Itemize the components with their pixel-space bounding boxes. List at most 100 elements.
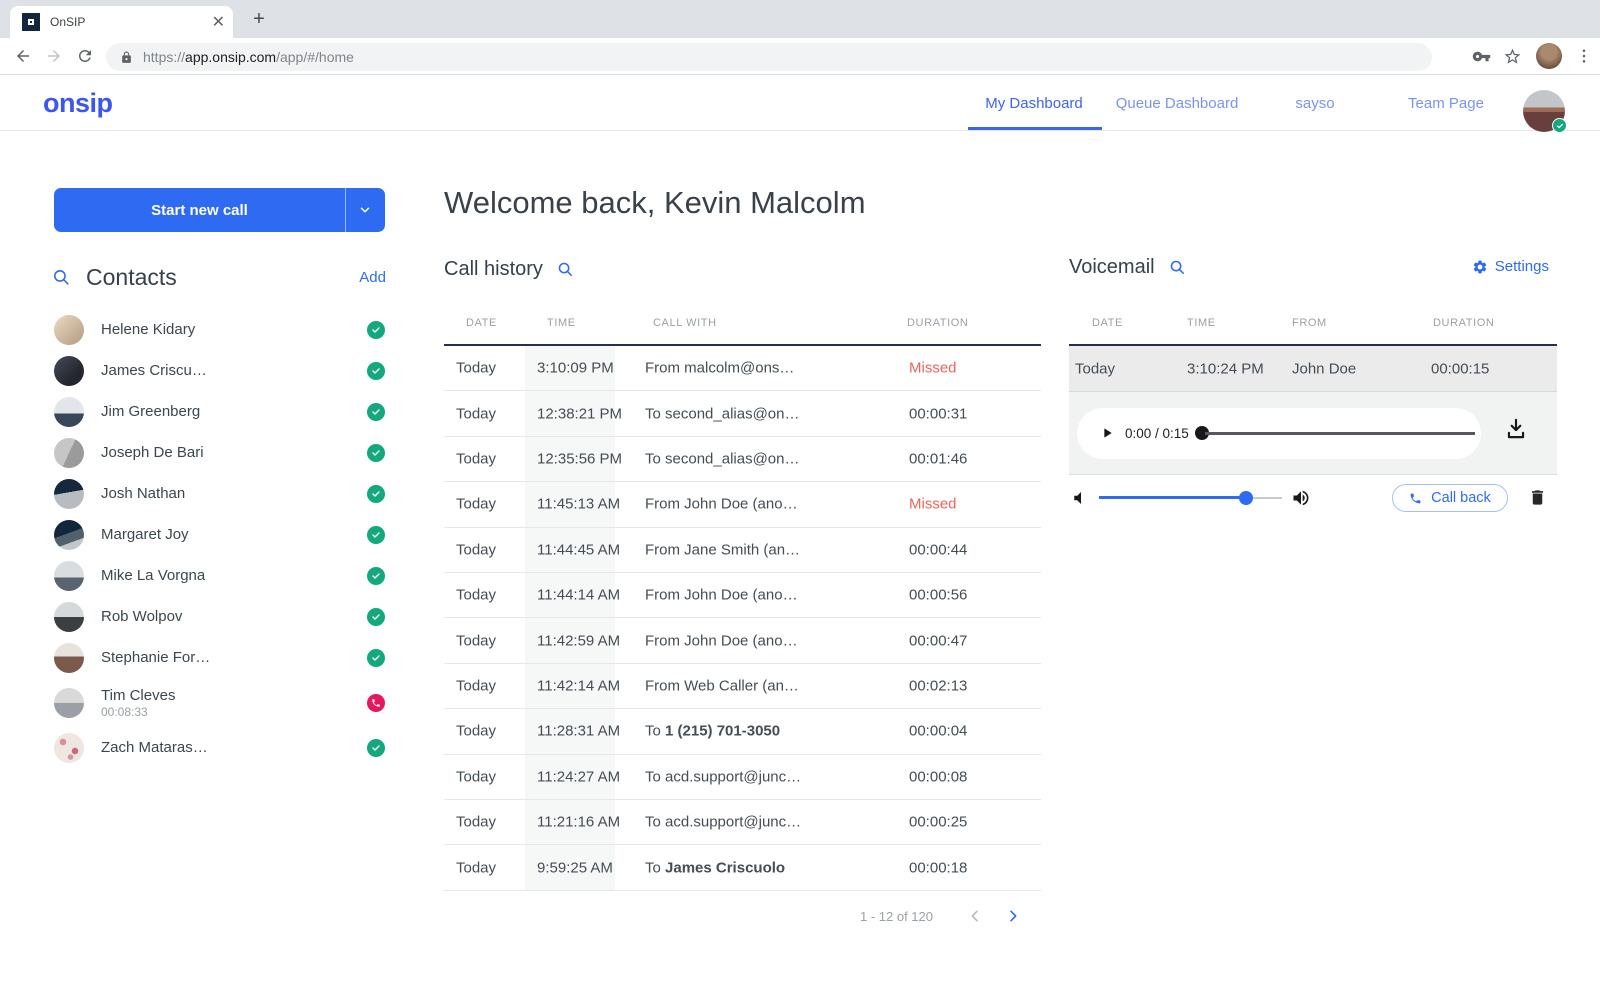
call-history-row[interactable]: Today11:45:13 AMFrom John Doe (ano…Misse…: [444, 482, 1041, 527]
call-history-row[interactable]: Today11:21:16 AMTo acd.support@junc…00:0…: [444, 800, 1041, 845]
lock-icon: [120, 51, 133, 64]
contacts-title: Contacts: [86, 264, 359, 291]
tab-close-icon[interactable]: ✕: [212, 14, 225, 30]
contact-row[interactable]: Tim Cleves 00:08:33: [54, 678, 385, 727]
contact-avatar: [54, 520, 84, 550]
onsip-logo[interactable]: onsip: [43, 88, 113, 119]
browser-menu-icon[interactable]: [1575, 47, 1593, 65]
contact-row[interactable]: Stephanie For…: [54, 637, 385, 678]
forward-icon[interactable]: [45, 47, 63, 65]
call-history-row[interactable]: Today3:10:09 PMFrom malcolm@ons…Missed: [444, 346, 1041, 391]
call-history-row[interactable]: Today12:35:56 PMTo second_alias@on…00:01…: [444, 437, 1041, 482]
available-badge: [367, 444, 385, 462]
active-nav-underline: [968, 127, 1102, 130]
contact-row[interactable]: Margaret Joy: [54, 514, 385, 555]
contact-list: Helene Kidary James Criscu… Jim Greenber…: [54, 309, 385, 768]
onsip-favicon: [22, 13, 40, 31]
nav-queue-dashboard[interactable]: Queue Dashboard: [1116, 95, 1239, 112]
back-icon[interactable]: [14, 47, 32, 65]
voicemail-table: DATE TIME FROM DURATION Today 3:10:24 PM…: [1069, 302, 1557, 475]
call-back-button[interactable]: Call back: [1392, 484, 1508, 512]
on-call-badge: [367, 694, 385, 712]
contact-avatar: [54, 688, 84, 718]
call-history-row[interactable]: Today9:59:25 AMTo James Criscuolo00:00:1…: [444, 845, 1041, 890]
tab-title: OnSIP: [50, 15, 212, 29]
contact-avatar: [54, 438, 84, 468]
nav-team-page[interactable]: Team Page: [1408, 95, 1484, 112]
call-history-row[interactable]: Today11:44:14 AMFrom John Doe (ano…00:00…: [444, 573, 1041, 618]
call-history-row[interactable]: Today11:44:45 AMFrom Jane Smith (an…00:0…: [444, 528, 1041, 573]
next-page-icon[interactable]: [1005, 908, 1021, 924]
audio-player[interactable]: 0:00 / 0:15: [1077, 408, 1481, 459]
nav-my-dashboard[interactable]: My Dashboard: [985, 95, 1083, 112]
voicemail-row[interactable]: Today 3:10:24 PM John Doe 00:00:15: [1069, 346, 1557, 392]
call-history-row[interactable]: Today11:42:14 AMFrom Web Caller (an…00:0…: [444, 664, 1041, 709]
pagination: 1 - 12 of 120: [444, 903, 1041, 929]
audio-progress-track[interactable]: [1205, 432, 1475, 435]
available-badge: [367, 608, 385, 626]
voicemail-title: Voicemail: [1069, 256, 1155, 279]
play-icon[interactable]: [1099, 425, 1115, 441]
call-history-title: Call history: [444, 258, 543, 281]
available-badge: [367, 649, 385, 667]
contact-row[interactable]: James Criscu…: [54, 350, 385, 391]
voicemail-controls: Call back: [1069, 484, 1557, 512]
url-text: https://app.onsip.com/app/#/home: [143, 49, 354, 65]
available-badge: [367, 403, 385, 421]
new-tab-button[interactable]: +: [247, 8, 271, 32]
contact-row[interactable]: Rob Wolpov: [54, 596, 385, 637]
call-history-header: Call history: [444, 256, 574, 282]
browser-tab-strip: OnSIP ✕ +: [0, 0, 1600, 38]
contact-row[interactable]: Helene Kidary: [54, 309, 385, 350]
reload-icon[interactable]: [76, 47, 94, 65]
call-history-row[interactable]: Today11:42:59 AMFrom John Doe (ano…00:00…: [444, 618, 1041, 663]
url-input[interactable]: https://app.onsip.com/app/#/home: [106, 43, 1432, 71]
user-status-badge: [1552, 118, 1567, 133]
contact-row[interactable]: Josh Nathan: [54, 473, 385, 514]
trash-icon[interactable]: [1528, 487, 1547, 508]
user-avatar[interactable]: [1523, 90, 1565, 132]
add-contact-button[interactable]: Add: [359, 269, 386, 286]
browser-address-bar: https://app.onsip.com/app/#/home: [0, 38, 1600, 75]
contact-avatar: [54, 643, 84, 673]
contact-row[interactable]: Mike La Vorgna: [54, 555, 385, 596]
voicemail-player: 0:00 / 0:15: [1069, 392, 1557, 475]
available-badge: [367, 485, 385, 503]
download-icon[interactable]: [1503, 416, 1529, 442]
phone-icon: [1409, 492, 1422, 505]
welcome-heading: Welcome back, Kevin Malcolm: [444, 185, 866, 221]
volume-slider-knob[interactable]: [1239, 491, 1253, 505]
call-duration: 00:08:33: [101, 705, 175, 719]
previous-page-icon[interactable]: [967, 908, 983, 924]
browser-profile-avatar[interactable]: [1536, 43, 1562, 69]
contact-row[interactable]: Zach Mataras…: [54, 727, 385, 768]
available-badge: [367, 526, 385, 544]
start-new-call-button[interactable]: Start new call: [54, 188, 385, 232]
volume-up-icon[interactable]: [1291, 488, 1311, 508]
bookmark-star-icon[interactable]: [1503, 47, 1522, 66]
contacts-header: Contacts Add: [52, 263, 386, 291]
available-badge: [367, 567, 385, 585]
password-key-icon[interactable]: [1472, 47, 1491, 66]
voicemail-settings-button[interactable]: Settings: [1472, 258, 1549, 275]
contact-row[interactable]: Joseph De Bari: [54, 432, 385, 473]
contact-avatar: [54, 602, 84, 632]
chevron-down-icon[interactable]: [357, 203, 373, 217]
contact-row[interactable]: Jim Greenberg: [54, 391, 385, 432]
volume-fill: [1099, 496, 1246, 499]
contact-avatar: [54, 733, 84, 763]
nav-sayso[interactable]: sayso: [1295, 95, 1334, 112]
voicemail-header: Voicemail Settings: [1069, 256, 1557, 282]
call-history-row[interactable]: Today11:28:31 AMTo 1 (215) 701-305000:00…: [444, 709, 1041, 754]
contact-avatar: [54, 561, 84, 591]
call-history-table: DATE TIME CALL WITH DURATION Today3:10:0…: [444, 302, 1041, 891]
contact-avatar: [54, 479, 84, 509]
search-icon[interactable]: [1169, 259, 1186, 276]
volume-mute-icon[interactable]: [1072, 489, 1090, 507]
call-history-row[interactable]: Today12:38:21 PMTo second_alias@on…00:00…: [444, 391, 1041, 436]
browser-tab[interactable]: OnSIP ✕: [10, 6, 233, 38]
search-icon[interactable]: [52, 268, 71, 287]
search-icon[interactable]: [557, 261, 574, 278]
gear-icon: [1472, 259, 1488, 275]
call-history-row[interactable]: Today11:24:27 AMTo acd.support@junc…00:0…: [444, 755, 1041, 800]
